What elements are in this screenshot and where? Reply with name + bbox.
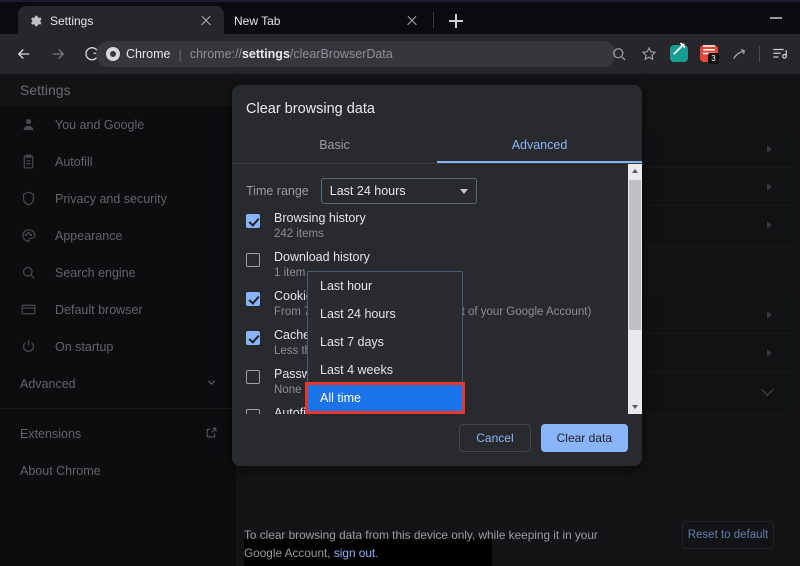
time-range-select[interactable]: Last 24 hours — [321, 178, 477, 204]
new-tab-button[interactable] — [444, 9, 468, 33]
tab-new-tab[interactable]: New Tab — [224, 6, 430, 36]
list-item-sublabel: 242 items — [274, 227, 366, 243]
minimize-button[interactable] — [770, 17, 782, 19]
time-range-value: Last 24 hours — [330, 184, 406, 198]
omnibox-url: chrome://settings/clearBrowserData — [190, 47, 393, 61]
list-item[interactable]: Browsing history 242 items — [246, 210, 642, 249]
arrow-left-icon — [10, 45, 38, 73]
time-range-control: Time range Last 24 hours — [232, 164, 642, 204]
footer-note-suffix: . — [375, 546, 378, 560]
close-icon[interactable] — [404, 13, 420, 29]
checkbox-cached-images[interactable] — [246, 331, 260, 345]
tab-title: Settings — [50, 14, 190, 28]
tab-basic[interactable]: Basic — [232, 129, 437, 163]
url-bold: settings — [242, 47, 290, 61]
url-suffix: /clearBrowserData — [290, 47, 393, 61]
dialog-body: Time range Last 24 hours Browsing histor… — [232, 164, 642, 414]
footer-note: To clear browsing data from this device … — [244, 526, 634, 563]
tab-indicator — [437, 161, 642, 163]
toolbar-separator — [759, 46, 760, 62]
extension-red-icon[interactable]: 3 — [695, 40, 723, 68]
sign-out-link[interactable]: sign out — [334, 546, 375, 560]
time-range-dropdown: Last hour Last 24 hours Last 7 days Last… — [307, 271, 463, 413]
dialog-scrollbar[interactable] — [628, 164, 642, 414]
time-range-label: Time range — [246, 184, 309, 198]
chevron-down-icon — [460, 189, 468, 194]
clear-browsing-data-dialog: Clear browsing data Basic Advanced Time … — [232, 85, 642, 466]
dialog-tabs: Basic Advanced — [232, 129, 642, 163]
checkbox-cookies[interactable] — [246, 292, 260, 306]
back-button[interactable] — [10, 40, 38, 68]
checkbox-browsing-history[interactable] — [246, 214, 260, 228]
scrollbar-thumb[interactable] — [629, 180, 641, 330]
omnibox-separator: | — [178, 47, 181, 62]
tab-divider — [433, 12, 434, 28]
tab-title: New Tab — [234, 14, 396, 28]
omnibox-chip: Chrome — [126, 47, 170, 61]
dropdown-option-all-time[interactable]: All time — [308, 384, 462, 412]
checkbox-passwords[interactable] — [246, 370, 260, 384]
list-item-label: Browsing history — [274, 210, 366, 227]
dialog-title: Clear browsing data — [232, 85, 642, 129]
dropdown-option-last-24-hours[interactable]: Last 24 hours — [308, 300, 462, 328]
clear-data-button[interactable]: Clear data — [541, 424, 628, 452]
tab-advanced[interactable]: Advanced — [437, 129, 642, 163]
dropdown-option-last-hour[interactable]: Last hour — [308, 272, 462, 300]
bookmark-star-icon[interactable] — [635, 40, 663, 68]
browser-toolbar: Chrome | chrome://settings/clearBrowserD… — [0, 34, 800, 74]
extension-gray-icon[interactable] — [725, 40, 753, 68]
address-bar[interactable]: Chrome | chrome://settings/clearBrowserD… — [96, 41, 616, 67]
tab-strip: Settings New Tab — [0, 0, 800, 34]
dropdown-option-last-7-days[interactable]: Last 7 days — [308, 328, 462, 356]
checkbox-download-history[interactable] — [246, 253, 260, 267]
extension-badge-count: 3 — [708, 53, 719, 64]
list-item-label: Download history — [274, 249, 370, 266]
tab-settings[interactable]: Settings — [18, 6, 224, 36]
chrome-logo-icon — [106, 47, 120, 61]
url-prefix: chrome:// — [190, 47, 242, 61]
dropdown-option-last-4-weeks[interactable]: Last 4 weeks — [308, 356, 462, 384]
toolbar-icons: 3 — [605, 40, 794, 68]
footer-note-text: To clear browsing data from this device … — [244, 528, 598, 560]
search-icon[interactable] — [605, 40, 633, 68]
gear-icon — [28, 14, 42, 28]
forward-button[interactable] — [44, 40, 72, 68]
chrome-menu-icon[interactable] — [766, 40, 794, 68]
dialog-footer: Cancel Clear data — [232, 410, 642, 466]
cancel-button[interactable]: Cancel — [459, 424, 530, 452]
close-icon[interactable] — [198, 13, 214, 29]
browser-window: Settings New Tab Chrom — [0, 0, 800, 566]
arrow-right-icon — [44, 45, 72, 73]
extension-teal-icon[interactable] — [665, 40, 693, 68]
caret-up-icon[interactable] — [628, 164, 642, 178]
